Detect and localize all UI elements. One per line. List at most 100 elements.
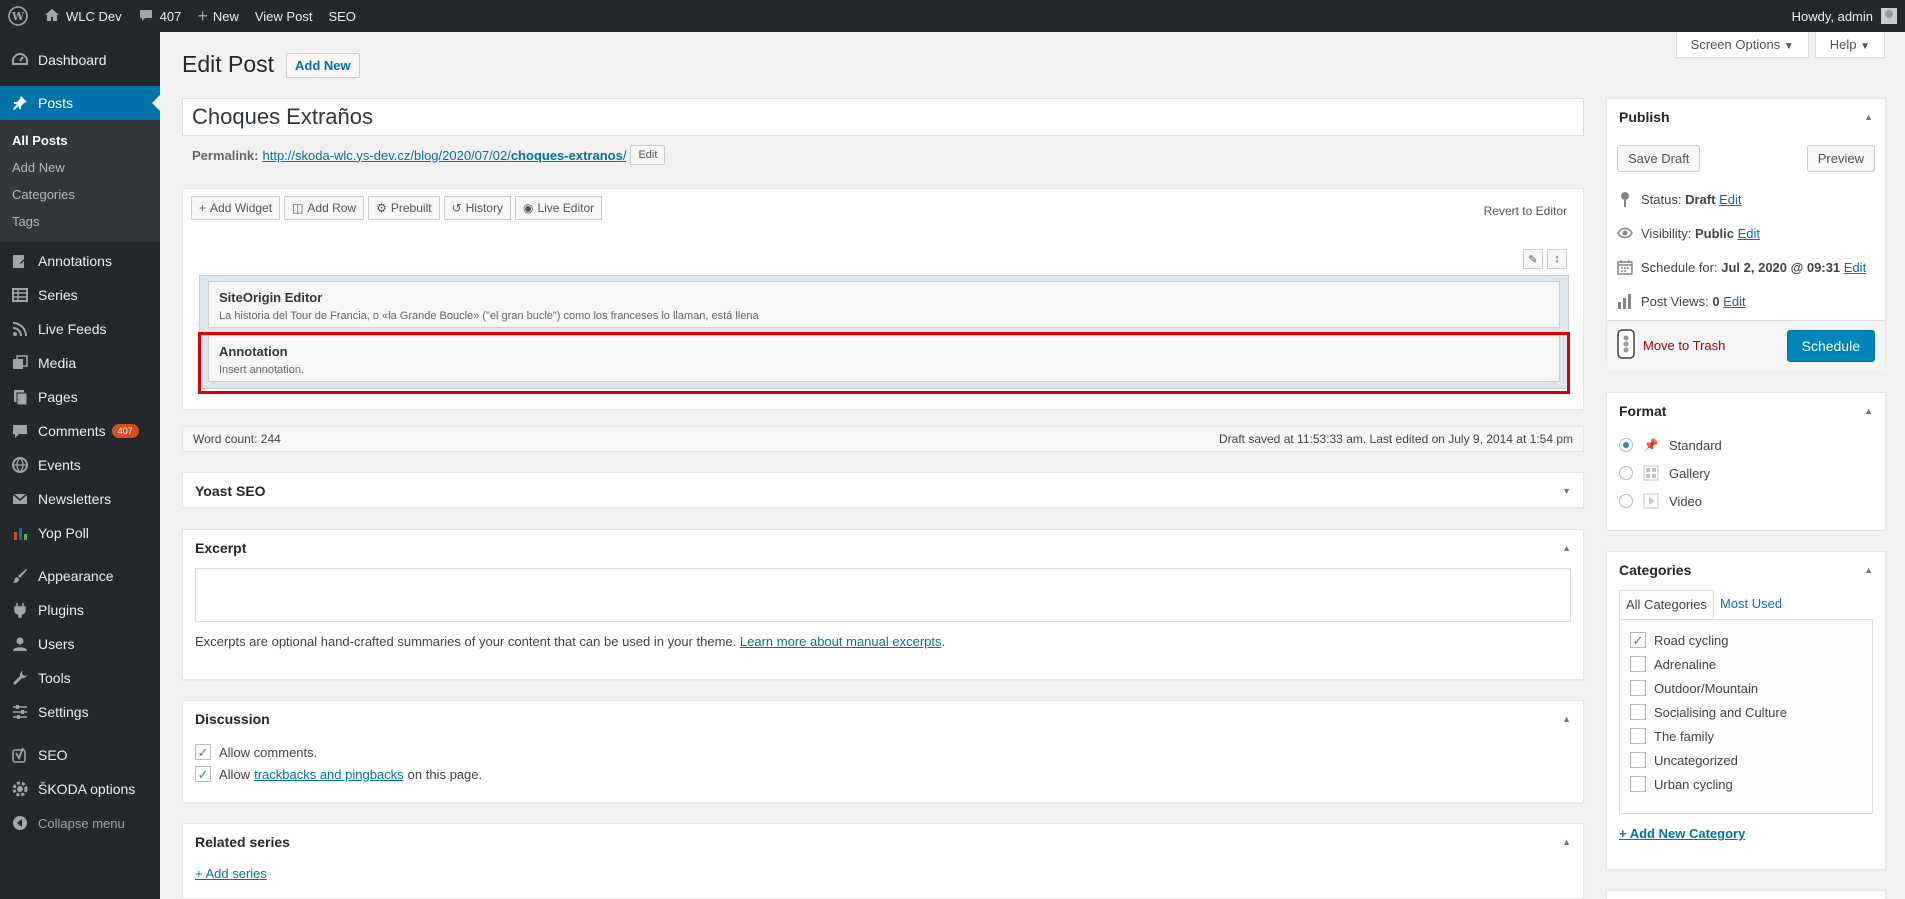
seo-link[interactable]: SEO <box>320 0 363 32</box>
edit-visibility-link[interactable]: Edit <box>1738 226 1760 241</box>
menu-pages[interactable]: Pages <box>0 380 160 414</box>
live-editor-button[interactable]: ◉ Live Editor <box>514 196 603 220</box>
excerpt-textarea[interactable] <box>195 568 1571 622</box>
category-checkbox[interactable] <box>1630 680 1646 696</box>
category-checkbox[interactable] <box>1630 728 1646 744</box>
format-video[interactable]: Video <box>1607 487 1885 515</box>
view-post-link[interactable]: View Post <box>247 0 321 32</box>
menu-yop-poll[interactable]: Yop Poll <box>0 516 160 550</box>
edit-schedule-link[interactable]: Edit <box>1844 260 1866 275</box>
toggle-up-icon[interactable]: ▲ <box>1562 714 1571 724</box>
move-handle-icon[interactable]: ↕ <box>1547 249 1567 269</box>
category-the-family[interactable]: The family <box>1630 724 1862 748</box>
allow-comments-checkbox[interactable]: ✓ <box>195 744 211 760</box>
comment-icon <box>10 421 30 441</box>
columns-icon: ◫ <box>292 201 304 215</box>
plug-icon <box>10 600 30 620</box>
add-widget-button[interactable]: + Add Widget <box>191 196 281 220</box>
comments-link[interactable]: 407 <box>130 0 190 32</box>
menu-plugins[interactable]: Plugins <box>0 593 160 627</box>
widget-siteorigin-editor[interactable]: SiteOrigin Editor La historia del Tour d… <box>208 281 1560 328</box>
trackbacks-link[interactable]: trackbacks and pingbacks <box>254 767 404 782</box>
submenu-add-new[interactable]: Add New <box>0 154 160 181</box>
format-gallery[interactable]: Gallery <box>1607 459 1885 487</box>
permalink-url-base: http://skoda-wlc.ys-dev.cz/blog/2020/07/… <box>262 147 511 163</box>
help-button[interactable]: Help ▼ <box>1814 32 1885 58</box>
post-title-input[interactable]: Choques Extraños <box>182 98 1584 136</box>
add-row-button[interactable]: ◫ Add Row <box>284 196 365 220</box>
move-to-trash-link[interactable]: Move to Trash <box>1617 329 1725 362</box>
edit-post-views-link[interactable]: Edit <box>1723 294 1745 309</box>
menu-media[interactable]: Media <box>0 346 160 380</box>
wrench-icon[interactable]: ✎ <box>1523 249 1543 269</box>
menu-skoda-options[interactable]: ŠKODA options <box>0 772 160 806</box>
menu-settings[interactable]: Settings <box>0 695 160 729</box>
site-name-link[interactable]: WLC Dev <box>36 0 130 32</box>
submenu-tags[interactable]: Tags <box>0 208 160 235</box>
format-standard-radio[interactable] <box>1619 438 1633 452</box>
schedule-button[interactable]: Schedule <box>1786 329 1875 362</box>
permalink-label: Permalink: <box>192 147 259 163</box>
wordpress-logo-icon[interactable]: W <box>0 0 36 32</box>
tab-all-categories[interactable]: All Categories <box>1619 590 1714 619</box>
category-checkbox[interactable] <box>1630 752 1646 768</box>
yoast-seo-box[interactable]: Yoast SEO ▼ <box>182 472 1584 508</box>
allow-pings-checkbox[interactable]: ✓ <box>195 766 211 782</box>
menu-appearance[interactable]: Appearance <box>0 559 160 593</box>
permalink-url[interactable]: http://skoda-wlc.ys-dev.cz/blog/2020/07/… <box>262 148 626 163</box>
toggle-down-icon[interactable]: ▼ <box>1562 486 1571 496</box>
add-widget-label: Add Widget <box>210 201 273 215</box>
preview-button[interactable]: Preview <box>1806 145 1875 172</box>
menu-posts[interactable]: Posts <box>0 86 160 120</box>
toggle-up-icon[interactable]: ▲ <box>1864 406 1873 416</box>
menu-series[interactable]: Series <box>0 278 160 312</box>
menu-users[interactable]: Users <box>0 627 160 661</box>
category-outdoor-mountain[interactable]: Outdoor/Mountain <box>1630 676 1862 700</box>
category-urban-cycling[interactable]: Urban cycling <box>1630 772 1862 796</box>
edit-status-link[interactable]: Edit <box>1719 192 1741 207</box>
category-checkbox[interactable]: ✓ <box>1630 632 1646 648</box>
submenu-all-posts[interactable]: All Posts <box>0 127 160 154</box>
category-checkbox[interactable] <box>1630 776 1646 792</box>
category-checkbox[interactable] <box>1630 704 1646 720</box>
category-adrenaline[interactable]: Adrenaline <box>1630 652 1862 676</box>
category-uncategorized[interactable]: Uncategorized <box>1630 748 1862 772</box>
menu-tools[interactable]: Tools <box>0 661 160 695</box>
submenu-categories[interactable]: Categories <box>0 181 160 208</box>
category-road-cycling[interactable]: ✓ Road cycling <box>1630 628 1862 652</box>
howdy-text: Howdy, admin <box>1791 8 1873 24</box>
screen-options-button[interactable]: Screen Options ▼ <box>1675 32 1809 58</box>
toggle-up-icon[interactable]: ▲ <box>1864 565 1873 575</box>
revert-to-editor-link[interactable]: Revert to Editor <box>1484 204 1567 218</box>
menu-comments[interactable]: Comments 407 <box>0 414 160 448</box>
new-content-link[interactable]: + New <box>189 0 247 32</box>
menu-dashboard[interactable]: Dashboard <box>0 43 160 77</box>
prebuilt-button[interactable]: ⚙ Prebuilt <box>368 196 440 220</box>
category-checkbox[interactable] <box>1630 656 1646 672</box>
format-standard[interactable]: 📌 Standard <box>1607 431 1885 459</box>
menu-events[interactable]: Events <box>0 448 160 482</box>
menu-annotations[interactable]: Annotations <box>0 244 160 278</box>
menu-live-feeds[interactable]: Live Feeds <box>0 312 160 346</box>
user-account-link[interactable]: Howdy, admin <box>1792 0 1897 32</box>
category-socialising[interactable]: Socialising and Culture <box>1630 700 1862 724</box>
toggle-up-icon[interactable]: ▲ <box>1864 112 1873 122</box>
add-new-post-button[interactable]: Add New <box>286 53 360 78</box>
format-video-radio[interactable] <box>1619 494 1633 508</box>
tab-most-used[interactable]: Most Used <box>1714 590 1788 619</box>
menu-newsletters[interactable]: Newsletters <box>0 482 160 516</box>
post-views-label: Post Views: <box>1641 293 1709 309</box>
permalink-edit-button[interactable]: Edit <box>630 145 666 165</box>
help-label: Help <box>1829 37 1857 52</box>
collapse-menu-button[interactable]: Collapse menu <box>0 806 160 840</box>
excerpt-learn-more-link[interactable]: Learn more about manual excerpts <box>740 634 942 649</box>
add-new-category-link[interactable]: + Add New Category <box>1619 826 1745 841</box>
save-draft-button[interactable]: Save Draft <box>1617 145 1701 172</box>
menu-seo[interactable]: SEO <box>0 738 160 772</box>
toggle-up-icon[interactable]: ▲ <box>1562 837 1571 847</box>
admin-menu: Dashboard Posts All Posts Add New Catego… <box>0 32 160 899</box>
history-button[interactable]: ↺ History <box>443 196 511 220</box>
add-series-link[interactable]: + Add series <box>195 866 267 881</box>
format-gallery-radio[interactable] <box>1619 466 1633 480</box>
toggle-up-icon[interactable]: ▲ <box>1562 543 1571 553</box>
